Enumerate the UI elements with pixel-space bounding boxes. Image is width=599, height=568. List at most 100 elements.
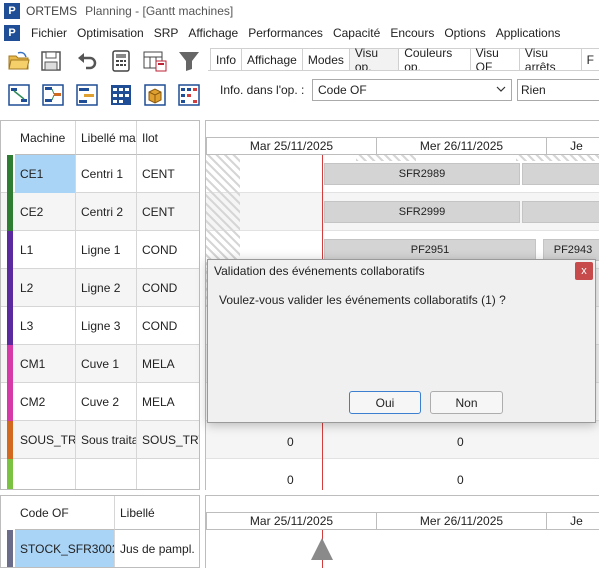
milestone-triangle-icon[interactable] <box>311 538 333 560</box>
view-title: Planning - [Gantt machines] <box>85 4 234 18</box>
info-select[interactable]: Code OF <box>312 79 512 101</box>
col-header-code-of[interactable]: Code OF <box>15 496 115 530</box>
gantt-date-header: Mar 25/11/2025 <box>206 137 376 155</box>
tab-couleurs-op[interactable]: Couleurs op. <box>398 46 471 74</box>
table-row[interactable]: CM2 Cuve 2 MELA <box>1 383 199 421</box>
menu-encours[interactable]: Encours <box>385 26 439 40</box>
calculator-icon[interactable] <box>108 48 134 74</box>
libelle-cell[interactable]: Cuve 2 <box>76 383 137 421</box>
ilot-cell[interactable]: COND <box>137 231 199 269</box>
undo-icon[interactable] <box>74 48 100 74</box>
table-row[interactable] <box>1 459 199 489</box>
menu-optimisation[interactable]: Optimisation <box>72 26 149 40</box>
machine-cell[interactable]: L1 <box>15 231 76 269</box>
ilot-cell[interactable]: SOUS_TRT <box>137 421 199 459</box>
machine-cell[interactable]: CE1 <box>15 155 76 193</box>
table-row[interactable]: L2 Ligne 2 COND <box>1 269 199 307</box>
libelle-cell[interactable]: Jus de pampl. <box>115 530 199 567</box>
dialog-message: Voulez-vous valider les événements colla… <box>219 293 506 307</box>
dialog-title: Validation des événements collaboratifs <box>214 264 425 278</box>
col-header-libelle[interactable]: Libellé mac <box>76 121 137 155</box>
yes-button[interactable]: Oui <box>349 391 421 414</box>
gantt-operation-bar[interactable] <box>522 201 599 223</box>
col-header-ilot[interactable]: Ilot <box>137 121 199 155</box>
gantt-network-icon[interactable] <box>40 82 66 108</box>
gantt-resource-icon[interactable] <box>74 82 100 108</box>
table-row[interactable]: SOUS_TRTSous traitaSOUS_TRT <box>1 421 199 459</box>
menu-fichier[interactable]: Fichier <box>26 26 72 40</box>
gantt-grid-icon[interactable] <box>108 82 134 108</box>
machine-grid: Machine Libellé mac Ilot CE1 Centri 1 CENT… <box>0 120 200 490</box>
validation-dialog: Validation des événements collaboratifs … <box>207 259 596 423</box>
filter-icon[interactable] <box>176 48 202 74</box>
menu-logo-icon[interactable]: P <box>4 25 20 41</box>
ilot-cell[interactable]: CENT <box>137 193 199 231</box>
machine-cell[interactable]: CM1 <box>15 345 76 383</box>
tab-affichage[interactable]: Affichage <box>241 48 303 70</box>
tab-info[interactable]: Info <box>210 48 243 70</box>
of-grid: Code OF Libellé STOCK_SFR3002 Jus de pam… <box>0 495 200 568</box>
libelle-cell[interactable]: Cuve 1 <box>76 345 137 383</box>
col-header-libelle[interactable]: Libellé <box>115 496 199 530</box>
machine-cell[interactable]: L3 <box>15 307 76 345</box>
gantt-operation-bar[interactable]: SFR2999 <box>324 201 520 223</box>
tab-f[interactable]: F <box>580 48 599 70</box>
chevron-down-icon <box>495 82 507 99</box>
machine-cell[interactable]: CE2 <box>15 193 76 231</box>
menu-applications[interactable]: Applications <box>491 26 566 40</box>
menu-capacite[interactable]: Capacité <box>328 26 385 40</box>
row-color-marker <box>7 530 13 567</box>
ilot-cell[interactable]: COND <box>137 307 199 345</box>
table-row[interactable]: STOCK_SFR3002 Jus de pampl. <box>1 530 199 567</box>
tab-panel: Info. dans l'op. : Code OF Rien <box>208 70 599 110</box>
non-working-area <box>356 155 416 161</box>
close-icon[interactable]: x <box>575 262 593 280</box>
tab-modes[interactable]: Modes <box>301 48 350 70</box>
ilot-cell[interactable] <box>137 459 199 489</box>
open-folder-icon[interactable] <box>6 48 32 74</box>
col-header-machine[interactable]: Machine <box>15 121 76 155</box>
capacity-count: 0 <box>287 473 294 487</box>
libelle-cell[interactable]: Ligne 3 <box>76 307 137 345</box>
machine-cell[interactable] <box>15 459 76 489</box>
ilot-cell[interactable]: CENT <box>137 155 199 193</box>
libelle-cell[interactable]: Ligne 1 <box>76 231 137 269</box>
machine-cell[interactable]: CM2 <box>15 383 76 421</box>
no-button[interactable]: Non <box>430 391 503 414</box>
libelle-cell[interactable] <box>76 459 137 489</box>
tab-visu-op[interactable]: Visu op. <box>348 46 400 74</box>
table-row[interactable]: CE1 Centri 1 CENT <box>1 155 199 193</box>
table-row[interactable]: L3 Ligne 3 COND <box>1 307 199 345</box>
table-row[interactable]: CM1 Cuve 1 MELA <box>1 345 199 383</box>
menu-affichage[interactable]: Affichage <box>183 26 243 40</box>
menu-srp[interactable]: SRP <box>149 26 184 40</box>
ilot-cell[interactable]: MELA <box>137 345 199 383</box>
tab-visu-of[interactable]: Visu OF <box>469 46 520 74</box>
menu-performances[interactable]: Performances <box>243 26 328 40</box>
tab-visu-arrets[interactable]: Visu arrêts <box>518 46 582 74</box>
calendar-grid-icon[interactable] <box>176 82 202 108</box>
machine-cell[interactable]: L2 <box>15 269 76 307</box>
gantt-date-header: Mer 26/11/2025 <box>376 137 546 155</box>
ilot-cell[interactable]: COND <box>137 269 199 307</box>
table-row[interactable]: L1 Ligne 1 COND <box>1 231 199 269</box>
machine-cell[interactable]: SOUS_TRT <box>15 421 76 459</box>
libelle-cell[interactable]: Centri 1 <box>76 155 137 193</box>
code-of-cell[interactable]: STOCK_SFR3002 <box>15 530 115 567</box>
ilot-cell[interactable]: MELA <box>137 383 199 421</box>
libelle-cell[interactable]: Centri 2 <box>76 193 137 231</box>
menu-options[interactable]: Options <box>439 26 490 40</box>
table-row[interactable]: CE2 Centri 2 CENT <box>1 193 199 231</box>
gantt-operation-bar[interactable] <box>522 163 599 185</box>
spreadsheet-calc-icon[interactable] <box>142 48 168 74</box>
gantt-link-icon[interactable] <box>6 82 32 108</box>
libelle-cell[interactable]: Ligne 2 <box>76 269 137 307</box>
save-icon[interactable] <box>38 48 64 74</box>
stock-box-icon[interactable] <box>142 82 168 108</box>
libelle-cell[interactable]: Sous traita <box>76 421 137 459</box>
gantt-operation-bar[interactable]: PF2951 <box>324 239 536 261</box>
gantt-operation-bar[interactable]: PF2943 <box>543 239 599 261</box>
gantt-operation-bar[interactable]: SFR2989 <box>324 163 520 185</box>
second-select[interactable]: Rien <box>517 79 599 101</box>
app-title: ORTEMS <box>26 4 78 18</box>
